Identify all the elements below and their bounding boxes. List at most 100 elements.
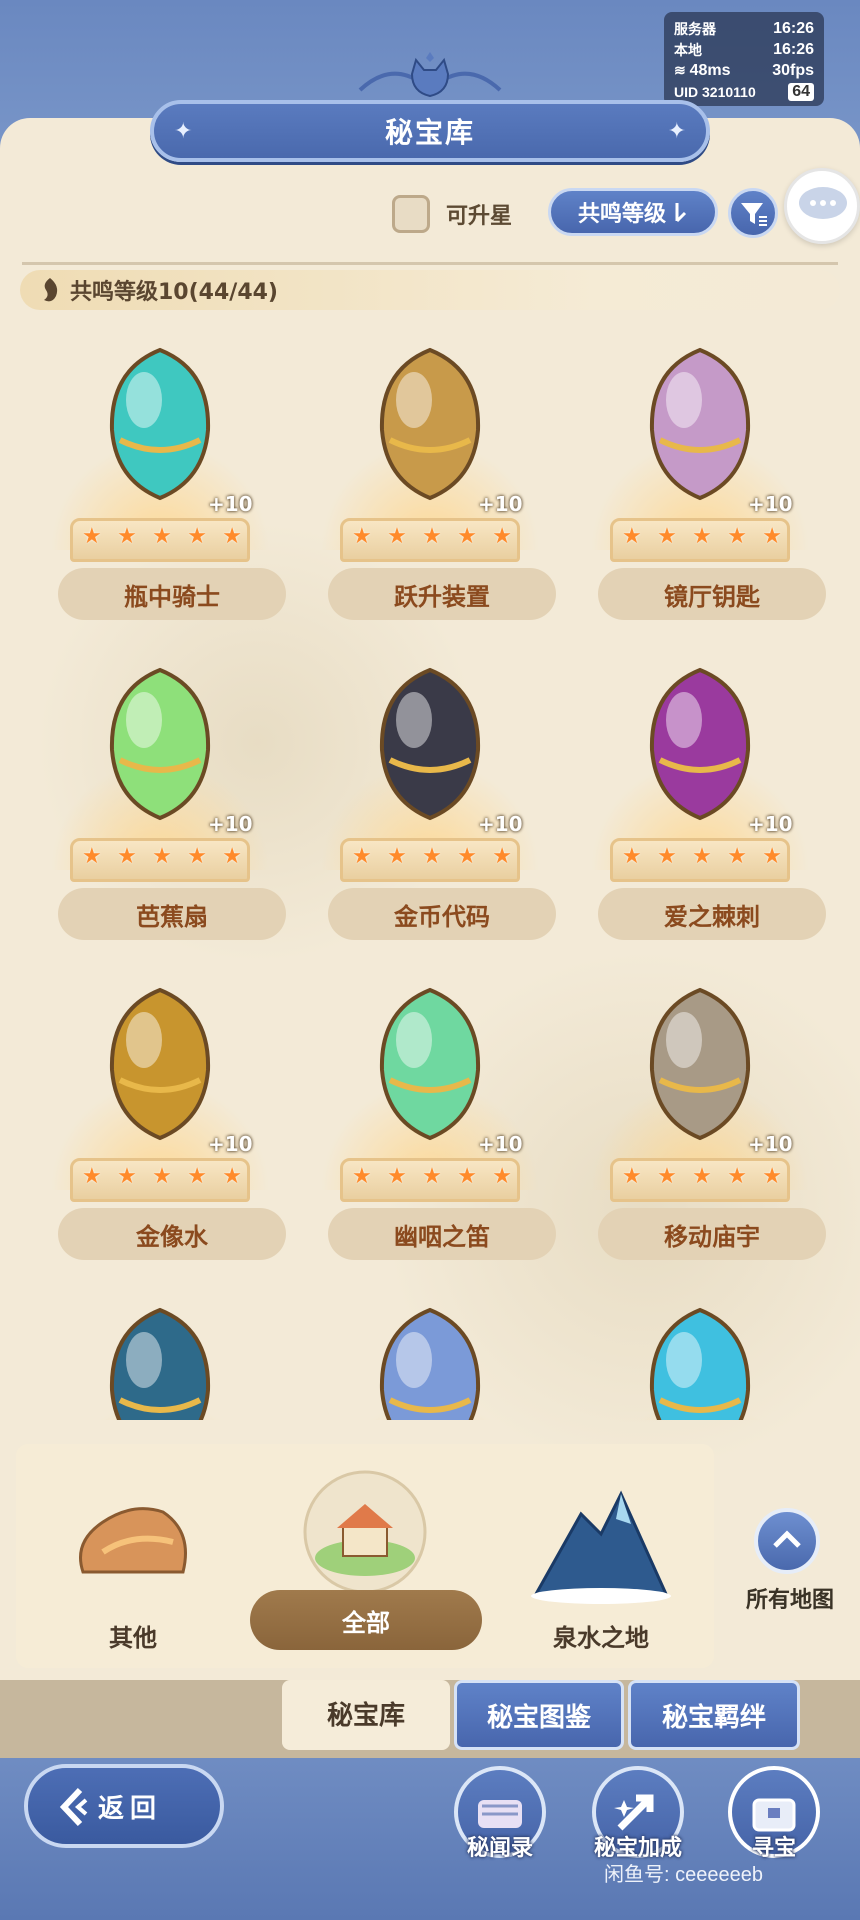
star-icon: ★ [727, 844, 747, 869]
star-icon: ★ [352, 524, 372, 549]
star-icon: ★ [152, 1164, 172, 1189]
star-icon: ★ [457, 524, 477, 549]
server-time: 16:26 [773, 19, 814, 37]
treasure-card[interactable]: ★ ★ ★ ★ ★ +10 金像水 [40, 970, 286, 1270]
all-maps-label[interactable]: 所有地图 [720, 1582, 860, 1614]
upgradable-checkbox[interactable] [392, 195, 430, 233]
sparkle-icon: ✦ [667, 118, 686, 144]
star-rating: ★ ★ ★ ★ ★ [622, 526, 782, 548]
filter-button[interactable] [728, 188, 778, 238]
region-other[interactable]: 其他 [48, 1458, 218, 1658]
stories-label[interactable]: 秘闻录 [440, 1830, 560, 1862]
treasure-art-icon [649, 987, 751, 1141]
divider [22, 262, 838, 265]
watermark: 闲鱼号: ceeeeeeb [604, 1864, 763, 1886]
star-icon: ★ [657, 844, 677, 869]
star-icon: ★ [82, 1164, 102, 1189]
treasure-art-icon [649, 667, 751, 821]
treasure-card[interactable]: ★ ★ ★ ★ ★ +10 跃升装置 [310, 330, 556, 630]
region-spring[interactable]: 泉水之地 [516, 1458, 686, 1658]
treasure-art-icon [649, 1307, 751, 1420]
star-icon: ★ [352, 1164, 372, 1189]
back-label: 返回 [98, 1793, 163, 1824]
treasure-level: +10 [748, 1132, 793, 1156]
star-icon: ★ [187, 1164, 207, 1189]
star-rating: ★ ★ ★ ★ ★ [82, 1166, 242, 1188]
all-maps-button[interactable] [754, 1508, 820, 1574]
group-label: 共鸣等级10(44/44) [70, 280, 278, 305]
treasure-art-icon [379, 1307, 481, 1420]
treasure-card[interactable]: ★ ★ ★ ★ ★ +10 移动庙宇 [580, 970, 826, 1270]
mountain-icon [531, 1490, 671, 1604]
treasure-level: +10 [478, 1132, 523, 1156]
treasure-card[interactable]: ★ ★ ★ ★ ★ +10 芭蕉扇 [40, 650, 286, 950]
chat-button[interactable] [784, 168, 860, 244]
star-icon: ★ [457, 1164, 477, 1189]
star-rating: ★ ★ ★ ★ ★ [352, 526, 512, 548]
treasure-art-icon [379, 987, 481, 1141]
treasure-art-icon [379, 667, 481, 821]
treasure-card[interactable] [40, 1290, 280, 1420]
star-rating: ★ ★ ★ ★ ★ [352, 846, 512, 868]
server-label: 服务器 [674, 20, 716, 37]
star-icon: ★ [492, 524, 512, 549]
star-icon: ★ [622, 1164, 642, 1189]
star-icon: ★ [492, 844, 512, 869]
battery-icon: 64 [788, 82, 814, 101]
back-button[interactable]: 返回 [24, 1764, 224, 1848]
region-all-selected-pill[interactable]: 全部 [250, 1590, 482, 1650]
tab-vault[interactable]: 秘宝库 [282, 1680, 450, 1750]
star-icon: ★ [657, 524, 677, 549]
treasure-card[interactable]: ★ ★ ★ ★ ★ +10 瓶中骑士 [40, 330, 286, 630]
treasure-art-icon [649, 347, 751, 501]
star-icon: ★ [657, 1164, 677, 1189]
tab-bonds[interactable]: 秘宝羁绊 [628, 1680, 800, 1750]
treasure-card[interactable]: ★ ★ ★ ★ ★ +10 幽咽之笛 [310, 970, 556, 1270]
treasure-card[interactable]: ★ ★ ★ ★ ★ +10 镜厅钥匙 [580, 330, 826, 630]
star-rating: ★ ★ ★ ★ ★ [622, 846, 782, 868]
resonance-icon [44, 278, 58, 302]
page-title: 秘宝库 [384, 116, 475, 149]
tab-atlas[interactable]: 秘宝图鉴 [454, 1680, 624, 1750]
star-icon: ★ [692, 1164, 712, 1189]
treasure-name: 瓶中骑士 [58, 568, 286, 620]
ping-value: 48ms [689, 61, 731, 79]
region-other-label: 其他 [109, 1624, 157, 1652]
star-icon: ★ [352, 844, 372, 869]
treasure-card[interactable] [310, 1290, 550, 1420]
treasure-level: +10 [748, 812, 793, 836]
treasure-name: 镜厅钥匙 [598, 568, 826, 620]
treasure-level: +10 [208, 1132, 253, 1156]
upgradable-label[interactable]: 可升星 [446, 198, 512, 230]
treasure-card[interactable]: ★ ★ ★ ★ ★ +10 爱之棘刺 [580, 650, 826, 950]
tab-atlas-label: 秘宝图鉴 [486, 1702, 591, 1733]
star-icon: ★ [117, 524, 137, 549]
treasure-name: 跃升装置 [328, 568, 556, 620]
rock-island-icon [79, 1507, 187, 1574]
local-time: 16:26 [773, 40, 814, 58]
star-rating: ★ ★ ★ ★ ★ [82, 846, 242, 868]
chat-bubble-icon [799, 187, 847, 219]
treasure-art-icon [109, 987, 211, 1141]
treasure-grid: ★ ★ ★ ★ ★ +10 瓶中骑士 ★ ★ ★ ★ ★ +10 跃升装置 ★ ★ ★ ★ ★ +10 镜厅钥匙 ★ ★ ★ ★… [0, 330, 860, 1420]
chevron-up-icon [773, 1530, 801, 1548]
treasure-card[interactable]: ★ ★ ★ ★ ★ +10 金币代码 [310, 650, 556, 950]
star-icon: ★ [762, 844, 782, 869]
star-icon: ★ [152, 524, 172, 549]
title-banner: ✦ 秘宝库 ✦ [150, 100, 710, 162]
star-icon: ★ [422, 524, 442, 549]
star-icon: ★ [387, 1164, 407, 1189]
treasure-name: 金像水 [58, 1208, 286, 1260]
cat-crest-icon [358, 52, 502, 98]
treasure-art-icon [109, 667, 211, 821]
star-icon: ★ [387, 844, 407, 869]
star-icon: ★ [222, 524, 242, 549]
star-icon: ★ [222, 844, 242, 869]
star-icon: ★ [727, 524, 747, 549]
star-icon: ★ [117, 844, 137, 869]
treasure-card[interactable] [580, 1290, 820, 1420]
sort-button[interactable]: 共鸣等级 [548, 188, 718, 236]
back-arrow-icon [59, 1787, 88, 1827]
star-rating: ★ ★ ★ ★ ★ [622, 1166, 782, 1188]
house-island-icon [303, 1470, 427, 1594]
